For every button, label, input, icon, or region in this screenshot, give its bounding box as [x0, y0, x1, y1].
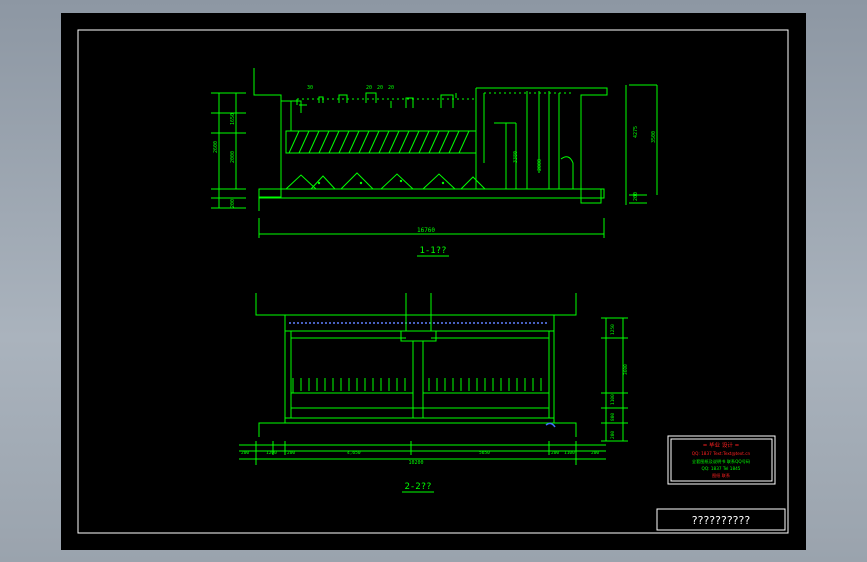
dim-left-2: 2000: [230, 151, 236, 163]
dim-top-3: 20: [377, 85, 383, 91]
dim-right-2-2: 1100: [610, 394, 616, 405]
section-1-1: 16760 30 20 20 20 2600 2000 1650 200 338…: [211, 68, 658, 257]
section-2-title: 2-2??: [404, 482, 431, 492]
dim-mid-1: 3380: [513, 151, 519, 163]
title-block: ??????????: [656, 508, 786, 531]
dim-left-4: 200: [230, 199, 236, 208]
drawing-sheet: 16760 30 20 20 20 2600 2000 1650 200 338…: [61, 13, 806, 550]
title-block-label: ??????????: [692, 514, 751, 527]
dim-right-2: 3500: [651, 131, 657, 143]
dim-mid-2: 2000: [537, 159, 543, 171]
dim-right-2-1: 1250: [610, 324, 616, 335]
dim-top-2: 20: [366, 85, 372, 91]
dim-bottom-1: 200: [241, 450, 249, 456]
dim-right-2-3: 800: [610, 413, 616, 421]
dim-bottom-3: 200: [287, 450, 295, 456]
section-1-title: 1-1??: [419, 246, 446, 256]
dim-bottom-8: 200: [591, 450, 599, 456]
dim-total-length-1: 16760: [417, 227, 435, 234]
stamp-line-4: QQ: 1837 Tel 1845: [702, 466, 741, 471]
hatch-pattern: [288, 130, 470, 154]
section-2-2: 200 1200 200 4,650 5650 200 1100 200 102…: [239, 293, 629, 493]
dim-bottom-4: 4,650: [347, 450, 361, 456]
dim-right-1: 4275: [633, 126, 639, 138]
dim-bottom-7: 1100: [564, 450, 575, 456]
stamp-line-2: QQ: 1837 Text:Text@text.cn: [692, 451, 751, 456]
cad-drawing: 16760 30 20 20 20 2600 2000 1650 200 338…: [77, 29, 789, 534]
stamp-line-1: = 毕业 设计 =: [703, 441, 740, 449]
dim-right-2-5: 200: [610, 431, 616, 439]
dim-left-3: 1650: [230, 113, 236, 125]
dim-total-length-2: 10200: [408, 460, 423, 466]
stamp-line-3: 全套图纸及说明书 联系QQ号码: [692, 458, 750, 465]
dim-left-1: 2600: [213, 141, 219, 153]
dim-bottom-2: 1200: [266, 450, 277, 456]
dim-bottom-6: 200: [551, 450, 559, 456]
dim-bottom-5: 5650: [479, 450, 490, 456]
designer-stamp: = 毕业 设计 = QQ: 1837 Text:Text@text.cn 全套图…: [667, 435, 776, 485]
drawing-frame: [77, 29, 789, 534]
stamp-line-5: 图纸 联系: [712, 472, 730, 479]
dim-right-3: 200: [633, 192, 639, 201]
dim-top-1: 30: [307, 85, 313, 91]
dim-top-4: 20: [388, 85, 394, 91]
dim-right-2-4: 3600: [623, 364, 629, 375]
